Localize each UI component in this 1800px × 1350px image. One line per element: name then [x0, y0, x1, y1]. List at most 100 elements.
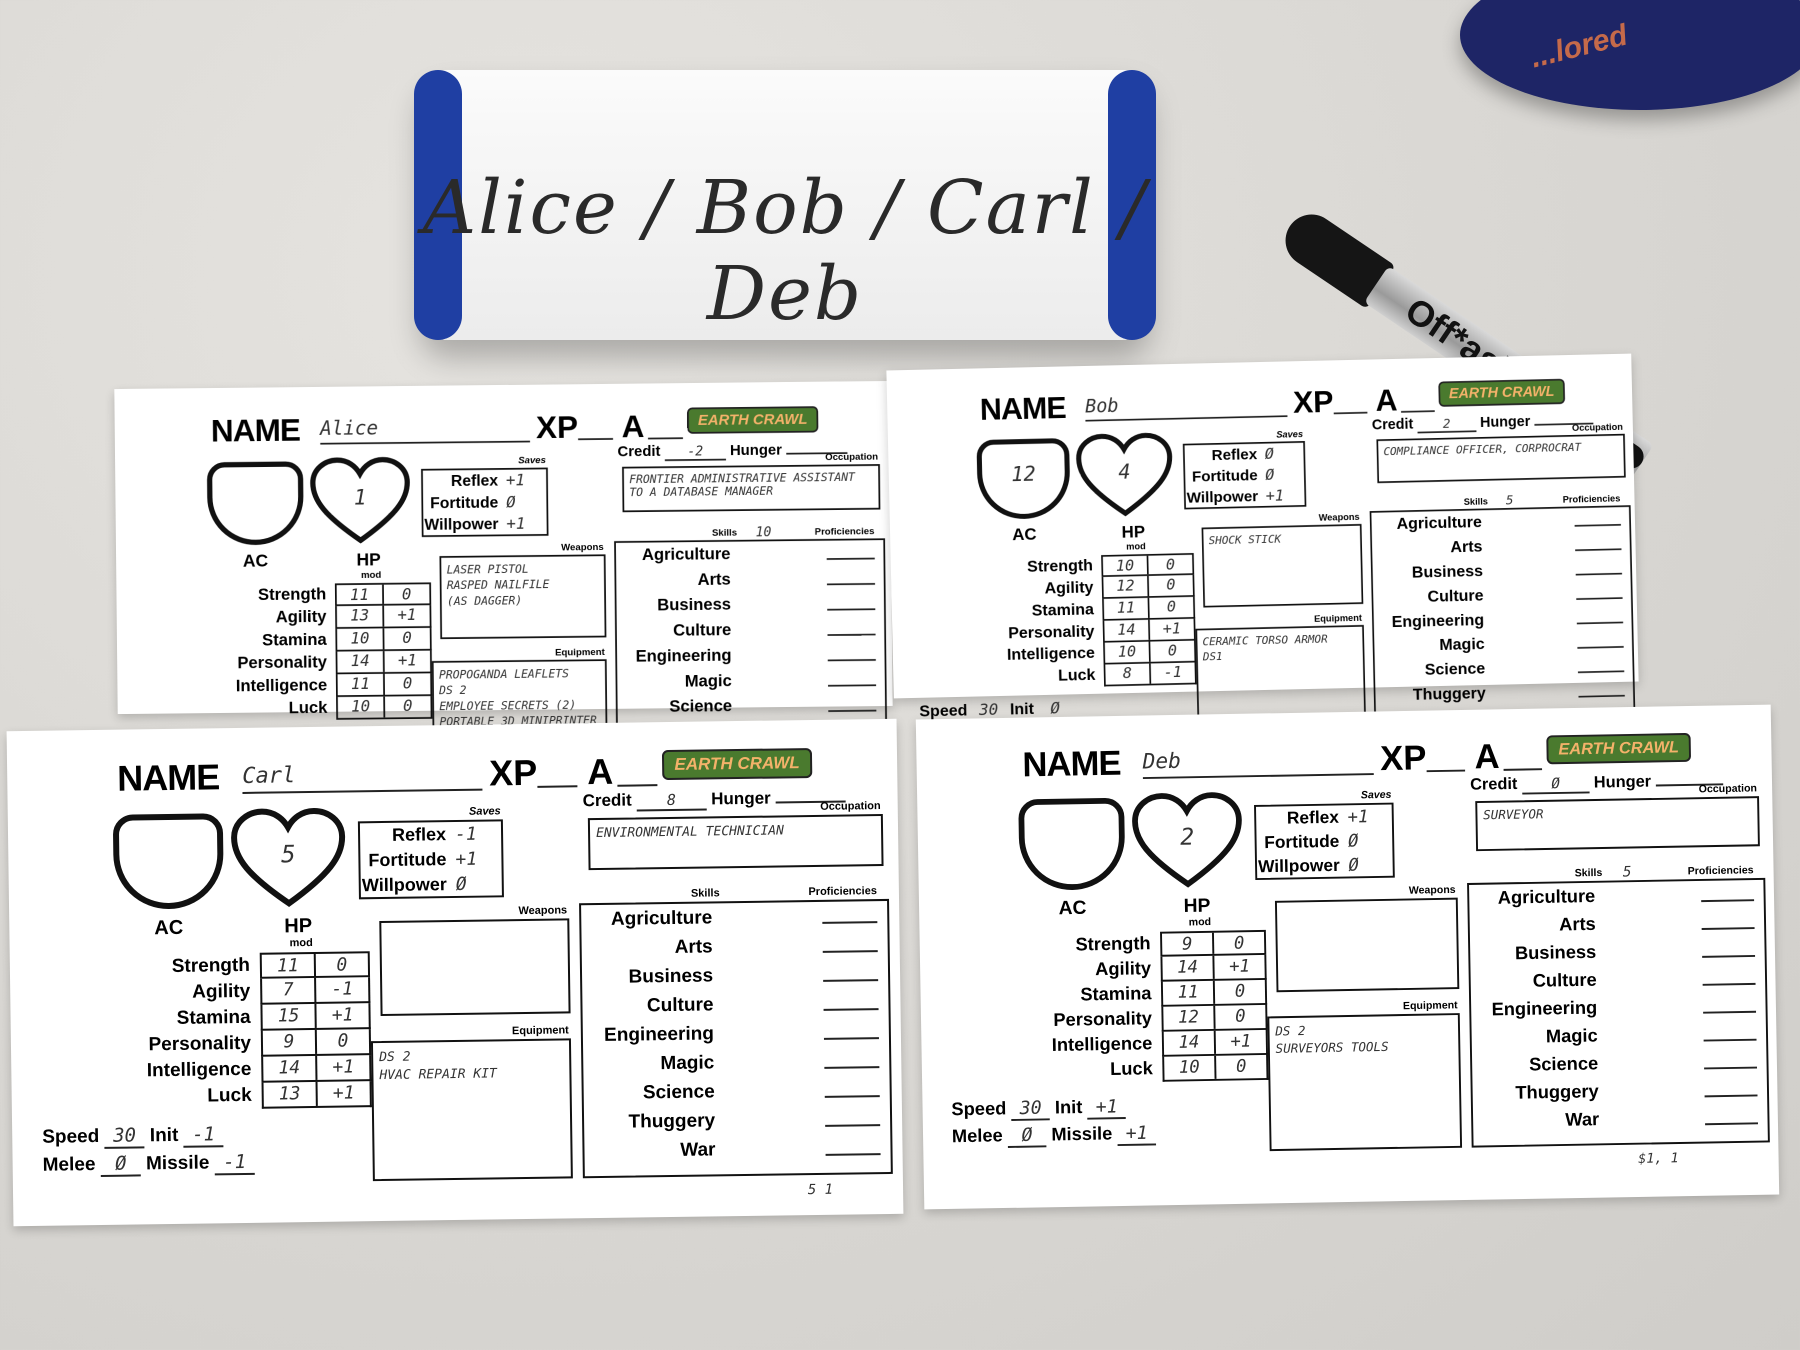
- skill-row: Agriculture: [581, 901, 887, 934]
- agility-label: Agility: [275, 607, 327, 627]
- intelligence-mod: 0: [1148, 640, 1195, 662]
- character-sheet-alice: NAME Alice XP A EARTH CRAWL 1 AC HP mod …: [114, 380, 893, 801]
- saves-box: Saves Reflex -1 Fortitude +1 Willpower Ø: [357, 805, 504, 900]
- stamina-label: Stamina: [1080, 983, 1152, 1006]
- mod-label: mod: [1126, 541, 1146, 553]
- agility-label: Agility: [1095, 958, 1152, 980]
- intelligence-mod: +1: [1213, 1029, 1267, 1054]
- proficiency-field: [824, 1095, 880, 1098]
- equipment-box: Equipment DS 2 SURVEYORS TOOLS: [1267, 1000, 1463, 1152]
- stamina-score: 11: [1177, 982, 1199, 1003]
- saves-header: Saves: [1276, 429, 1304, 440]
- equipment-header: Equipment: [555, 647, 605, 659]
- skill-label: Culture: [1532, 970, 1597, 992]
- skill-label: Agriculture: [610, 907, 713, 930]
- a-field: [617, 784, 658, 787]
- proficiencies-header: Proficiencies: [1562, 493, 1621, 506]
- personality-label: Personality: [148, 1032, 252, 1056]
- strength-label: Strength: [171, 954, 251, 977]
- willpower-label: Willpower: [1257, 855, 1340, 877]
- proficiency-field: [1577, 646, 1624, 649]
- personality-mod: +1: [382, 650, 431, 673]
- stat-row-intelligence: Intelligence 11 0: [144, 673, 433, 699]
- hp-heart-icon: 4: [1073, 430, 1176, 521]
- earth-crawl-logo: EARTH CRAWL: [1438, 378, 1566, 407]
- stat-row-agility: Agility 13 +1: [143, 605, 432, 631]
- skill-row: Magic: [617, 667, 885, 695]
- credit-value: 8: [636, 790, 707, 812]
- luck-label: Luck: [207, 1084, 252, 1107]
- occupation-box: Occupation ENVIRONMENTAL TECHNICIAN: [587, 800, 884, 871]
- equipment-list: PROPOGANDA LEAFLETS DS 2 EMPLOYEE SECRETS …: [439, 666, 600, 731]
- missile-value: -1: [214, 1150, 255, 1176]
- agility-score: 12: [1116, 577, 1135, 596]
- mod-label: mod: [360, 569, 382, 581]
- intelligence-mod: 0: [383, 673, 431, 695]
- agility-mod: 0: [1147, 574, 1193, 597]
- occupation-header: Occupation: [820, 800, 881, 813]
- strength-mod: 0: [313, 953, 369, 976]
- init-label: Init: [149, 1124, 179, 1147]
- speed-label: Speed: [42, 1125, 100, 1148]
- skill-label: Engineering: [1391, 611, 1485, 632]
- proficiency-field: [1701, 927, 1755, 930]
- ac-label: AC: [242, 551, 269, 572]
- skills-value: 5: [1505, 492, 1514, 509]
- strength-score: 11: [276, 955, 299, 977]
- proficiencies-header: Proficiencies: [1687, 864, 1754, 878]
- proficiency-field: [827, 659, 876, 662]
- weapons-box: Weapons SHOCK STICK: [1201, 512, 1364, 608]
- ac-label: AC: [1058, 897, 1087, 920]
- proficiency-field: [822, 921, 878, 924]
- saves-box: Saves Reflex +1 Fortitude Ø Willpower Ø: [1254, 789, 1395, 881]
- occupation-value: COMPLIANCE OFFICER, CORPROCRAT: [1383, 441, 1582, 459]
- equipment-header: Equipment: [1313, 613, 1363, 625]
- hunger-label: Hunger: [729, 441, 783, 459]
- intelligence-label: Intelligence: [235, 676, 328, 696]
- personality-mod: 0: [314, 1029, 370, 1054]
- skill-label: Business: [1514, 942, 1597, 965]
- skill-label: Science: [642, 1081, 715, 1104]
- ac-shield-icon: 12: [976, 437, 1071, 521]
- name-label: NAME: [116, 756, 220, 799]
- proficiencies-header: Proficiencies: [808, 885, 877, 899]
- occupation-value: FRONTIER ADMINISTRATIVE ASSISTANT TO A D…: [629, 471, 856, 500]
- willpower-value: +1: [506, 514, 526, 534]
- proficiency-field: [1701, 899, 1755, 903]
- fortitude-label: Fortitude: [1191, 466, 1258, 485]
- proficiency-field: [1575, 572, 1623, 576]
- luck-score: 10: [1178, 1057, 1200, 1078]
- xp-label: XP: [1292, 383, 1334, 420]
- weapons-list: [1283, 905, 1450, 908]
- reflex-value: -1: [454, 823, 477, 845]
- hp-value: 4: [1118, 460, 1131, 484]
- luck-score: 8: [1122, 664, 1133, 683]
- strength-label: Strength: [1026, 556, 1094, 577]
- melee-value: Ø: [1007, 1124, 1047, 1148]
- willpower-label: Willpower: [1186, 487, 1259, 507]
- ac-value: [212, 486, 298, 487]
- proficiency-field: [1576, 597, 1623, 600]
- stat-row-personality: Personality 14 +1: [143, 650, 432, 677]
- stat-row-luck: Luck 10 0: [144, 696, 433, 722]
- skill-row: Culture: [582, 988, 888, 1021]
- luck-mod: -1: [1149, 662, 1195, 684]
- a-label: A: [586, 750, 614, 793]
- name-label: NAME: [1022, 742, 1121, 785]
- hunger-label: Hunger: [1479, 413, 1531, 431]
- credit-label: Credit: [582, 790, 632, 811]
- skills-value: 5: [1622, 862, 1632, 881]
- name-label: NAME: [979, 390, 1067, 427]
- stat-row-luck: Luck 13 +1: [42, 1081, 372, 1112]
- earth-crawl-logo: EARTH CRAWL: [687, 406, 819, 434]
- stamina-mod: 0: [1147, 596, 1194, 619]
- personality-label: Personality: [1007, 622, 1095, 643]
- proficiency-field: [825, 1124, 881, 1127]
- skill-label: Thuggery: [628, 1110, 716, 1133]
- strength-label: Strength: [257, 585, 327, 605]
- proficiency-field: [827, 608, 876, 611]
- skill-label: Culture: [1427, 586, 1484, 606]
- fortitude-label: Fortitude: [1264, 831, 1340, 852]
- init-label: Init: [1009, 700, 1035, 719]
- personality-label: Personality: [237, 653, 328, 673]
